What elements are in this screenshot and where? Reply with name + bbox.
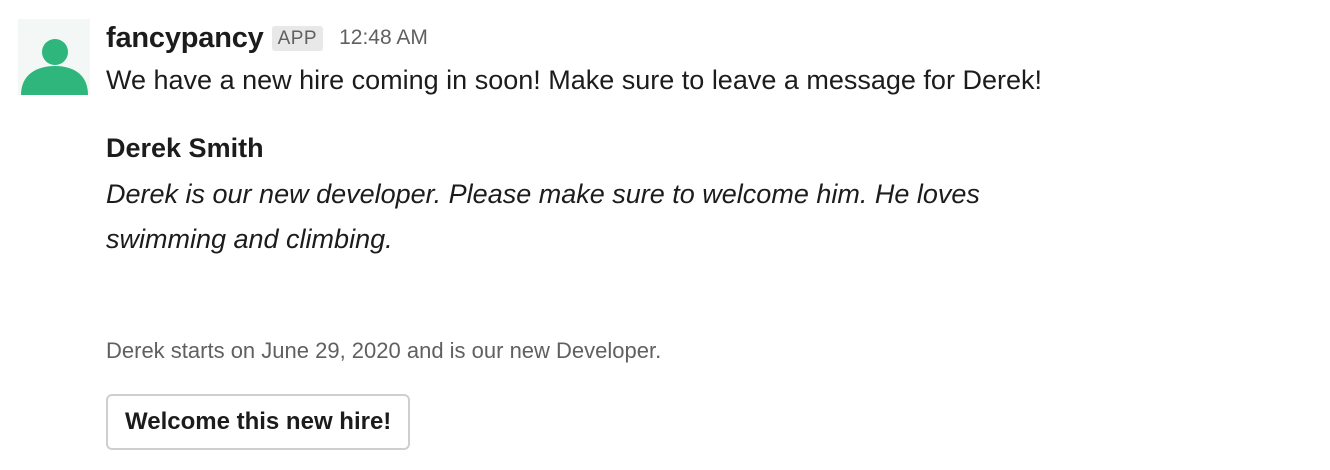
avatar[interactable] bbox=[18, 19, 90, 95]
message-text: We have a new hire coming in soon! Make … bbox=[106, 65, 1042, 95]
chat-message: fancypancy APP 12:48 AM We have a new hi… bbox=[0, 0, 1330, 470]
app-badge: APP bbox=[271, 25, 324, 51]
welcome-new-hire-button[interactable]: Welcome this new hire! bbox=[106, 394, 411, 450]
username[interactable]: fancypancy bbox=[106, 22, 264, 55]
user-silhouette-icon bbox=[21, 39, 88, 95]
message-header: fancypancy APP 12:48 AM bbox=[106, 18, 1306, 58]
context-text: Derek starts on June 29, 2020 and is our… bbox=[106, 338, 662, 363]
new-hire-name: Derek Smith bbox=[106, 133, 264, 163]
message-content: fancypancy APP 12:48 AM We have a new hi… bbox=[106, 18, 1306, 262]
new-hire-description: Derek is our new developer. Please make … bbox=[106, 179, 980, 254]
timestamp[interactable]: 12:48 AM bbox=[339, 26, 428, 50]
